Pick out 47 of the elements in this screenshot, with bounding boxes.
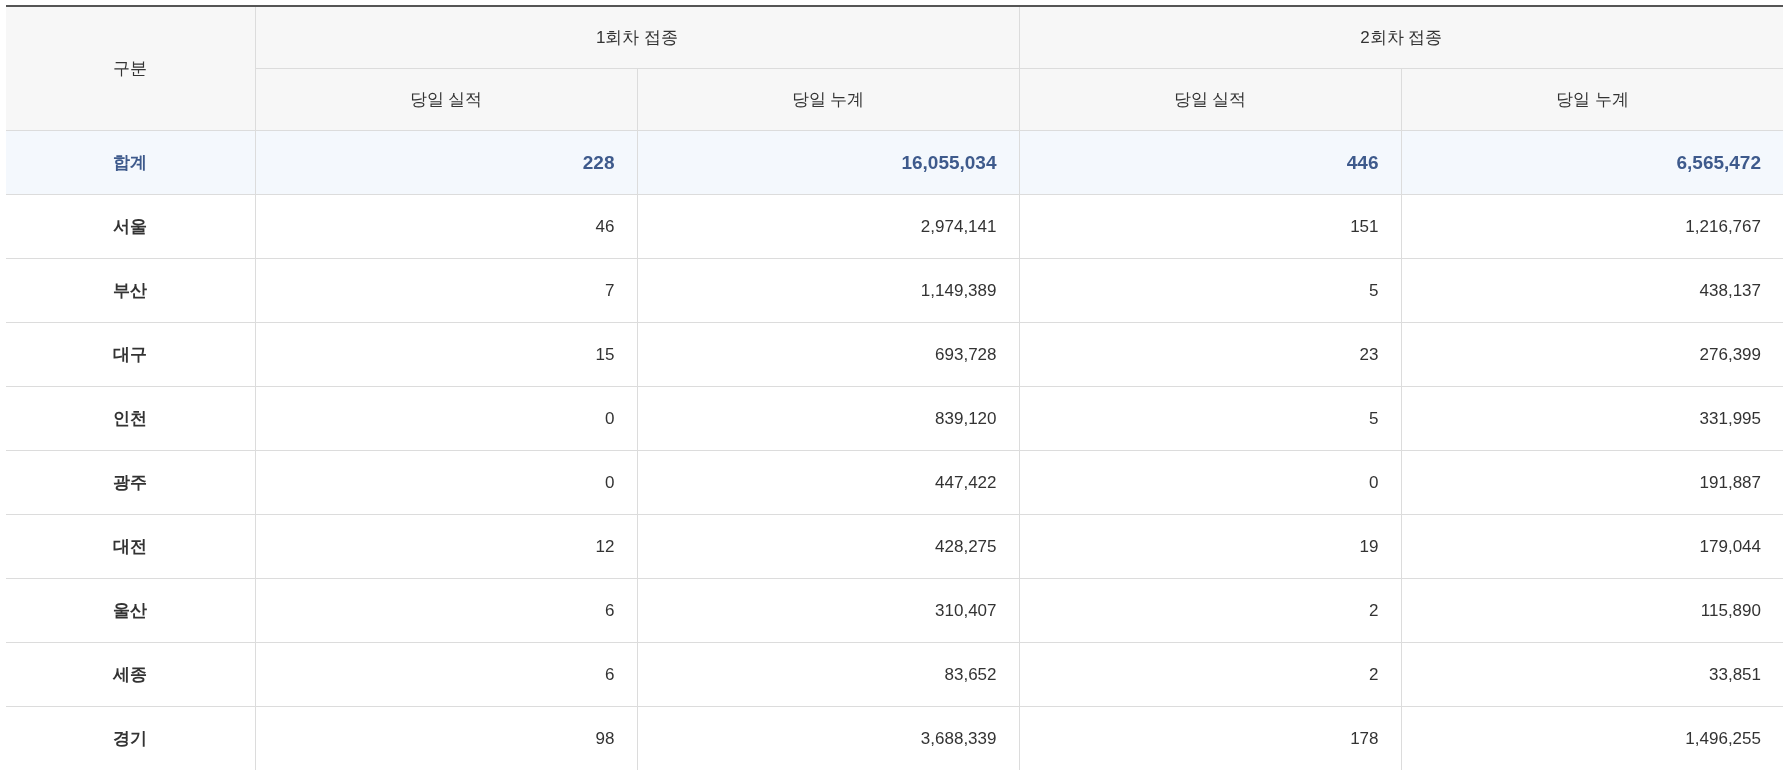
table-cell: 0 xyxy=(1019,450,1401,515)
column-header: 구분 xyxy=(6,6,255,131)
total-cell: 6,565,472 xyxy=(1401,130,1783,195)
table-cell: 6 xyxy=(255,642,637,707)
row-label: 인천 xyxy=(6,386,255,451)
group-header: 2회차 접종 xyxy=(1019,6,1783,69)
table-cell: 5 xyxy=(1019,258,1401,323)
table-cell: 5 xyxy=(1019,386,1401,451)
column-header: 당일 실적 xyxy=(255,68,637,131)
table-cell: 7 xyxy=(255,258,637,323)
row-label: 경기 xyxy=(6,706,255,770)
table-cell: 23 xyxy=(1019,322,1401,387)
table-cell: 839,120 xyxy=(637,386,1019,451)
total-label: 합계 xyxy=(6,130,255,195)
column-header: 당일 실적 xyxy=(1019,68,1401,131)
row-label: 울산 xyxy=(6,578,255,643)
table-cell: 2 xyxy=(1019,578,1401,643)
table-cell: 428,275 xyxy=(637,514,1019,579)
group-header: 1회차 접종 xyxy=(255,6,1019,69)
table-cell: 447,422 xyxy=(637,450,1019,515)
table-cell: 1,149,389 xyxy=(637,258,1019,323)
table-cell: 1,496,255 xyxy=(1401,706,1783,770)
table-cell: 83,652 xyxy=(637,642,1019,707)
total-cell: 228 xyxy=(255,130,637,195)
table-cell: 310,407 xyxy=(637,578,1019,643)
table-cell: 6 xyxy=(255,578,637,643)
row-label: 광주 xyxy=(6,450,255,515)
total-cell: 446 xyxy=(1019,130,1401,195)
table-cell: 12 xyxy=(255,514,637,579)
table-cell: 2,974,141 xyxy=(637,194,1019,259)
row-label: 대구 xyxy=(6,322,255,387)
table-cell: 15 xyxy=(255,322,637,387)
table-cell: 151 xyxy=(1019,194,1401,259)
table-cell: 19 xyxy=(1019,514,1401,579)
table-cell: 0 xyxy=(255,386,637,451)
table-cell: 1,216,767 xyxy=(1401,194,1783,259)
column-header: 당일 누계 xyxy=(1401,68,1783,131)
column-header: 당일 누계 xyxy=(637,68,1019,131)
table-cell: 693,728 xyxy=(637,322,1019,387)
row-label: 세종 xyxy=(6,642,255,707)
row-label: 서울 xyxy=(6,194,255,259)
row-label: 대전 xyxy=(6,514,255,579)
total-cell: 16,055,034 xyxy=(637,130,1019,195)
table-cell: 46 xyxy=(255,194,637,259)
table-cell: 2 xyxy=(1019,642,1401,707)
row-label: 부산 xyxy=(6,258,255,323)
table-cell: 0 xyxy=(255,450,637,515)
